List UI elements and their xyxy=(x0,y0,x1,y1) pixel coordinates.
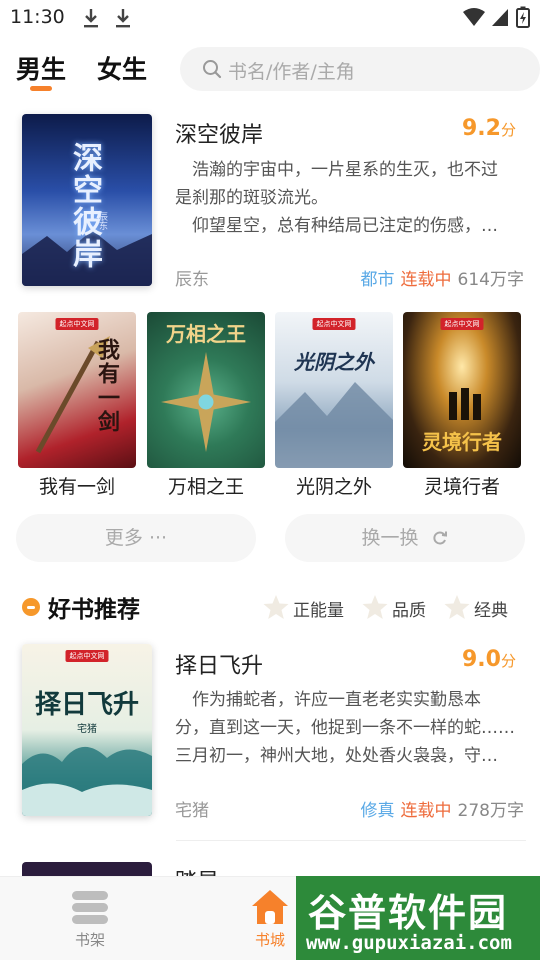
grid-book-cover[interactable]: 起点中文网 我有一剑 xyxy=(18,312,136,468)
cover-author: 辰东 xyxy=(97,212,107,230)
grid-book-cover[interactable]: 起点中文网 灵境行者 xyxy=(403,312,521,468)
genre-tag: 都市 xyxy=(360,270,395,290)
search-input[interactable]: 书名/作者/主角 xyxy=(180,47,540,91)
refresh-icon xyxy=(432,531,447,545)
tab-female[interactable]: 女生 xyxy=(97,50,147,86)
featured-book-tags: 都市 连载中 614万字 xyxy=(361,265,524,290)
cover-title: 万相之王 xyxy=(166,322,246,346)
nav-label: 书架 xyxy=(74,931,105,949)
watermark: 谷普软件园 www.gupuxiazai.com xyxy=(296,876,540,960)
mountain-art xyxy=(275,382,393,468)
grid-book-title[interactable]: 光阴之外 xyxy=(275,472,393,499)
cover-title: 深空彼岸 xyxy=(67,142,102,270)
tab-male[interactable]: 男生 xyxy=(16,50,66,86)
signal-icon xyxy=(492,9,508,26)
filter-positive-energy[interactable]: 正能量 xyxy=(262,593,346,621)
status-bar: 11:30 xyxy=(0,0,540,36)
cover-author: 宅猪 xyxy=(77,724,97,735)
cover-title: 灵境行者 xyxy=(422,430,502,454)
wifi-icon xyxy=(463,8,485,26)
grid-book-cover[interactable]: 万相之王 xyxy=(147,312,265,468)
watermark-url: www.gupuxiazai.com xyxy=(306,932,512,954)
search-placeholder: 书名/作者/主角 xyxy=(228,61,355,83)
section-icon xyxy=(22,598,40,616)
refresh-button[interactable]: 换一换 xyxy=(285,514,525,562)
grid-book-title[interactable]: 灵境行者 xyxy=(403,472,521,499)
grid-book-cover[interactable]: 起点中文网 光阴之外 xyxy=(275,312,393,468)
featured-book-description: 浩瀚的宇宙中，一片星系的生灭，也不过 是刹那的斑驳流光。 仰望星空，总有种结局已… xyxy=(175,156,525,240)
cover-title: 光阴之外 xyxy=(294,350,374,374)
more-button[interactable]: 更多 ··· xyxy=(16,514,256,562)
description-line: 仰望星空，总有种结局已注定的伤感，… xyxy=(192,216,498,236)
section-title: 好书推荐 xyxy=(48,597,140,623)
status-tag: 连载中 xyxy=(400,801,452,821)
grid-book-title[interactable]: 万相之王 xyxy=(147,472,265,499)
home-icon xyxy=(252,890,288,924)
cover-title: 我有一剑 xyxy=(94,338,119,434)
download-icon xyxy=(116,9,130,28)
featured-book-author: 辰东 xyxy=(175,270,209,290)
word-count: 614万字 xyxy=(457,270,524,290)
download-icon xyxy=(84,9,98,28)
recommend-book-author: 宅猪 xyxy=(175,801,209,821)
bookshelf-icon xyxy=(72,891,108,924)
star-icon xyxy=(263,595,289,619)
featured-book-cover[interactable]: 深空彼岸 辰东 xyxy=(22,114,152,286)
status-time: 11:30 xyxy=(10,6,65,28)
filter-label: 品质 xyxy=(392,601,426,621)
genre-tag: 修真 xyxy=(360,801,395,821)
featured-book-score: 9.2分 xyxy=(462,116,516,141)
description-line: 作为捕蛇者，许应一直老老实实勤恳本 xyxy=(192,690,481,710)
battery-charging-icon xyxy=(516,6,530,28)
featured-book-title[interactable]: 深空彼岸 xyxy=(175,117,263,149)
refresh-label: 换一换 xyxy=(361,527,419,549)
next-book-title[interactable]: 踏星 xyxy=(175,864,219,876)
description-line: 浩瀚的宇宙中，一片星系的生灭，也不过 xyxy=(192,160,498,180)
watermark-text: 谷普软件园 xyxy=(308,891,509,935)
filter-label: 经典 xyxy=(474,601,508,621)
active-tab-indicator xyxy=(30,86,52,91)
recommend-book-cover[interactable]: 起点中文网 择日飞升 宅猪 xyxy=(22,644,152,816)
nav-bookshelf[interactable]: 书架 xyxy=(50,877,130,960)
filter-classic[interactable]: 经典 xyxy=(443,593,509,621)
recommend-book-description: 作为捕蛇者，许应一直老老实实勤恳本 分，直到这一天，他捉到一条不一样的蛇…… 三… xyxy=(175,686,525,770)
description-line: 是刹那的斑驳流光。 xyxy=(175,188,328,208)
divider xyxy=(176,840,526,841)
next-book-cover[interactable] xyxy=(22,862,152,876)
status-tag: 连载中 xyxy=(400,270,452,290)
recommend-book-score: 9.0分 xyxy=(462,647,516,672)
filter-quality[interactable]: 品质 xyxy=(361,593,427,621)
description-line: 三月初一，神州大地，处处香火袅袅，守… xyxy=(175,746,498,766)
word-count: 278万字 xyxy=(457,801,524,821)
star-icon xyxy=(362,595,388,619)
star-icon xyxy=(444,595,470,619)
recommend-book-tags: 修真 连载中 278万字 xyxy=(361,796,524,821)
search-icon xyxy=(203,60,222,79)
recommend-book-title[interactable]: 择日飞升 xyxy=(175,648,263,680)
description-line: 分，直到这一天，他捉到一条不一样的蛇…… xyxy=(175,718,515,738)
filter-label: 正能量 xyxy=(293,601,344,621)
cover-title: 择日飞升 xyxy=(34,690,139,720)
grid-book-title[interactable]: 我有一剑 xyxy=(18,472,136,499)
